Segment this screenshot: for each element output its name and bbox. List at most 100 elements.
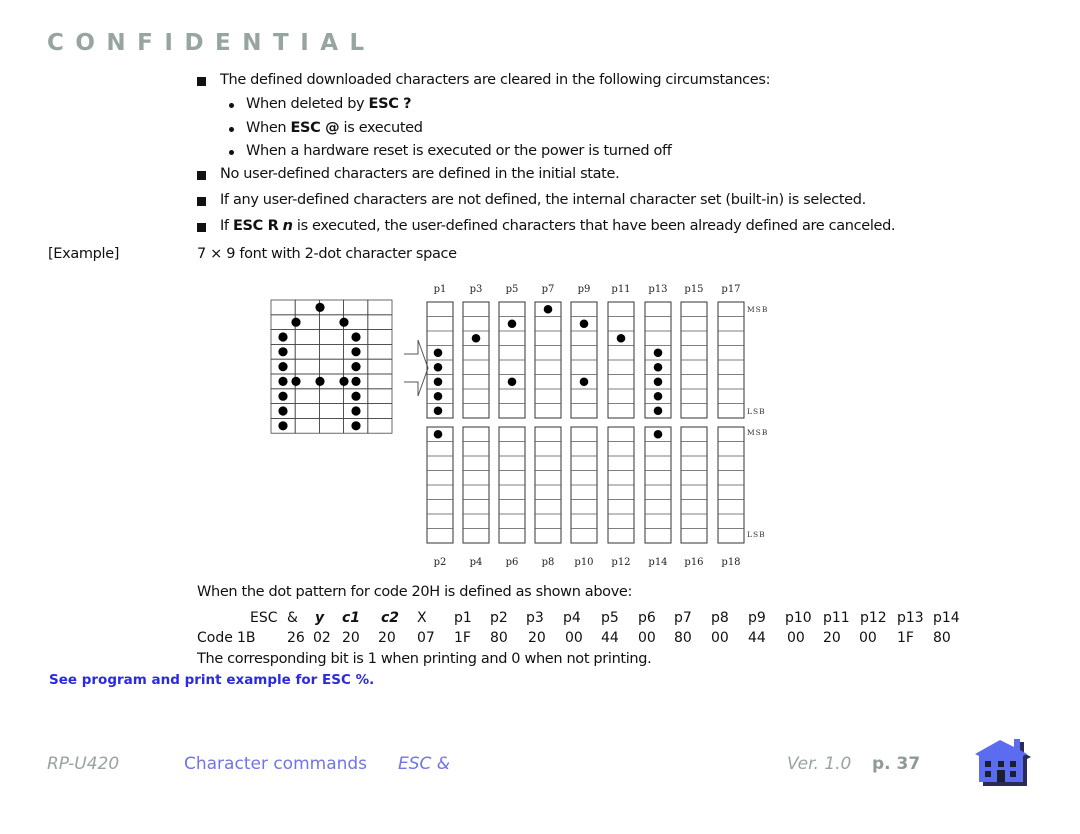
header-cell: p10	[785, 610, 812, 626]
column-label-bottom: p4	[470, 557, 483, 568]
grid-dot	[291, 376, 301, 386]
header-cell: p6	[638, 610, 656, 626]
bit-dot	[653, 406, 663, 416]
bit-dot	[433, 362, 443, 372]
value-cell: 44	[601, 630, 619, 646]
grid-cell	[318, 329, 344, 345]
grid-dot	[339, 317, 349, 327]
msb-label: MSB	[747, 428, 768, 437]
header-cell: p11	[823, 610, 850, 626]
character-grid	[270, 299, 393, 434]
grid-dot	[278, 391, 288, 401]
bit-dot	[616, 333, 626, 343]
bit-dot	[433, 406, 443, 416]
grid-dot	[315, 302, 325, 312]
model-name: RP-U420	[47, 754, 120, 774]
header-cell: p9	[748, 610, 766, 626]
section-link[interactable]: Character commands	[184, 754, 367, 774]
bit-note: The corresponding bit is 1 when printing…	[197, 651, 652, 667]
header-cell: p8	[711, 610, 729, 626]
grid-dot	[351, 391, 361, 401]
grid-cell	[270, 299, 296, 316]
header-cell: p4	[563, 610, 581, 626]
grid-cell	[294, 358, 320, 375]
column-label-top: p7	[542, 284, 555, 295]
header-cell: p1	[454, 610, 472, 626]
value-cell: 02	[313, 630, 331, 646]
bit-dot	[579, 319, 589, 329]
value-cell: 20	[342, 630, 360, 646]
grid-dot	[351, 376, 361, 386]
header-cell: &	[287, 610, 298, 626]
grid-dot	[351, 406, 361, 416]
column-label-bottom: p8	[542, 557, 555, 568]
grid-dot	[278, 421, 288, 431]
grid-dot	[278, 362, 288, 372]
grid-cell	[318, 343, 344, 360]
grid-dot	[351, 362, 361, 372]
column-label-top: p1	[434, 284, 447, 295]
bit-dot	[653, 429, 663, 439]
bit-dot	[507, 377, 517, 387]
header-cell: p5	[601, 610, 619, 626]
value-cell: 00	[859, 630, 877, 646]
value-cell: 07	[417, 630, 435, 646]
grid-cell	[367, 329, 393, 345]
grid-cell	[294, 403, 320, 419]
header-cell: ESC	[250, 610, 278, 626]
bit-dot	[653, 391, 663, 401]
bit-dot	[433, 377, 443, 387]
grid-dot	[339, 376, 349, 386]
grid-cell	[318, 417, 344, 434]
bit-dot	[433, 429, 443, 439]
grid-cell	[294, 343, 320, 360]
row-label: Code	[197, 630, 233, 646]
value-cell: 00	[638, 630, 656, 646]
grid-cell	[294, 417, 320, 434]
column-label-top: p9	[578, 284, 591, 295]
bit-labels: MSB LSB MSB LSB	[747, 305, 768, 539]
grid-cell	[367, 299, 393, 316]
header-cell: p3	[526, 610, 544, 626]
value-cell: 20	[378, 630, 396, 646]
header-cell: p12	[860, 610, 887, 626]
value-cell: 20	[528, 630, 546, 646]
header-cell: p2	[490, 610, 508, 626]
home-button[interactable]	[972, 736, 1032, 788]
grid-cell	[367, 343, 393, 360]
bit-dot	[433, 348, 443, 358]
column-boxes	[426, 301, 745, 544]
grid-cell	[367, 373, 393, 390]
arrow-icon	[404, 339, 429, 397]
grid-dot	[291, 317, 301, 327]
bit-dot	[653, 348, 663, 358]
msb-label: MSB	[747, 305, 768, 314]
header-cell: p7	[674, 610, 692, 626]
grid-dot	[278, 332, 288, 342]
bit-dot	[433, 391, 443, 401]
lsb-label: LSB	[747, 530, 766, 539]
header-cell: y	[315, 610, 325, 626]
column-label-top: p5	[506, 284, 519, 295]
column-label-bottom: p12	[611, 557, 630, 568]
grid-cell	[318, 388, 344, 404]
grid-cell	[367, 403, 393, 419]
grid-dot	[278, 376, 288, 386]
value-cell: 80	[933, 630, 951, 646]
see-example-link[interactable]: See program and print example for ESC %.	[49, 672, 374, 688]
grid-dot	[278, 406, 288, 416]
grid-cell	[318, 358, 344, 375]
grid-cell	[343, 299, 369, 316]
command-link[interactable]: ESC &	[398, 754, 450, 774]
header-cell: c2	[381, 610, 400, 626]
lsb-label: LSB	[747, 407, 766, 416]
value-cell: 00	[787, 630, 805, 646]
grid-cell	[367, 388, 393, 404]
home-icon	[975, 739, 1031, 786]
grid-dot	[278, 347, 288, 357]
grid-cell	[367, 314, 393, 330]
value-cell: 00	[711, 630, 729, 646]
header-cell: p13	[897, 610, 924, 626]
bit-dot	[507, 319, 517, 329]
value-cell: 1F	[897, 630, 914, 646]
